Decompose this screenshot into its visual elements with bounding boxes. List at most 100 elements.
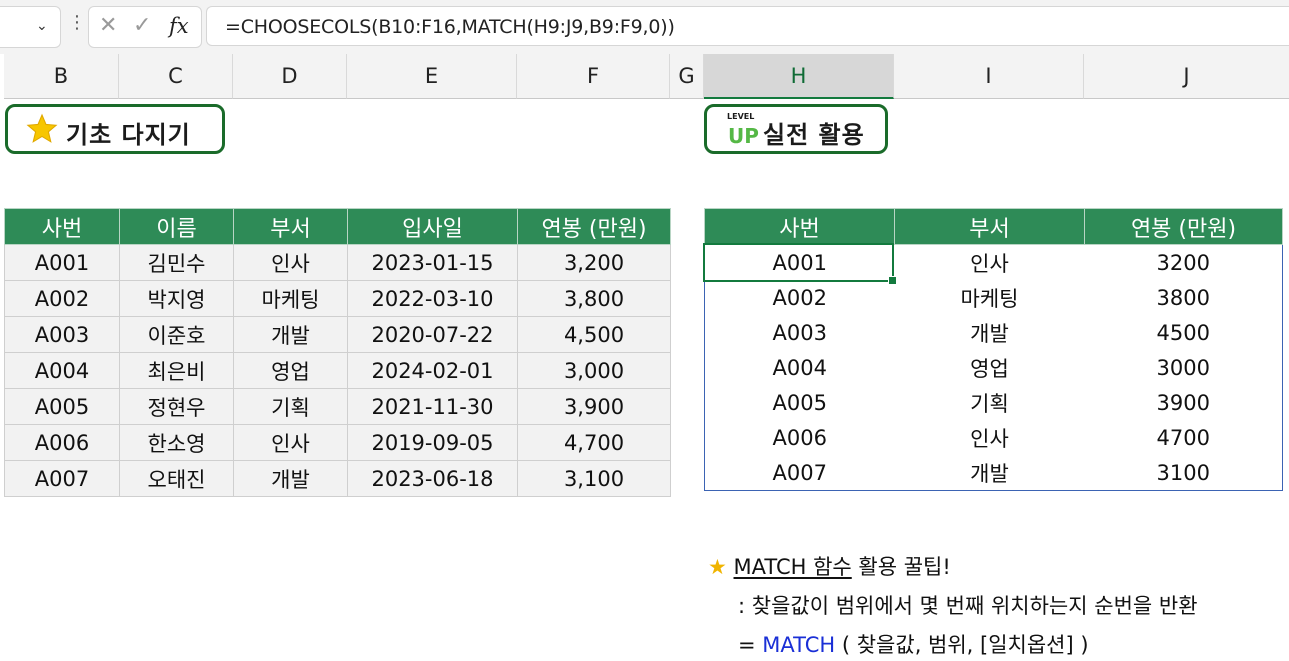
column-header-h[interactable]: H <box>704 54 894 99</box>
cell[interactable]: 최은비 <box>119 352 234 389</box>
chevron-down-icon[interactable]: ⌄ <box>36 18 48 34</box>
cell[interactable]: 마케팅 <box>233 280 348 317</box>
cell[interactable]: 영업 <box>894 350 1085 385</box>
cell[interactable]: A001 <box>4 244 120 281</box>
cell[interactable]: 3000 <box>1084 350 1283 385</box>
cell[interactable]: 박지영 <box>119 280 234 317</box>
table-row: A004 영업 3000 <box>704 350 1283 385</box>
cell[interactable]: A002 <box>704 280 895 315</box>
cell[interactable]: A007 <box>4 460 120 497</box>
cell[interactable]: 3800 <box>1084 280 1283 315</box>
cell[interactable]: 개발 <box>233 316 348 353</box>
cell[interactable]: 이준호 <box>119 316 234 353</box>
cell[interactable]: 3,000 <box>517 352 671 389</box>
cell[interactable]: A006 <box>704 420 895 455</box>
header-cell[interactable]: 이름 <box>119 208 234 245</box>
cancel-icon[interactable]: ✕ <box>99 14 117 38</box>
tip-title-rest: 활용 꿀팁! <box>851 555 951 579</box>
table-row: A003 개발 4500 <box>704 315 1283 350</box>
cell[interactable]: 오태진 <box>119 460 234 497</box>
cell[interactable]: 2020-07-22 <box>347 316 518 353</box>
cell[interactable]: 한소영 <box>119 424 234 461</box>
insert-function-icon[interactable]: fx <box>169 14 189 38</box>
cell[interactable]: 3,200 <box>517 244 671 281</box>
table-row: A005 정현우 기획 2021-11-30 3,900 <box>4 388 671 425</box>
formula-bar: ⌄ ⋮ ✕ ✓ fx =CHOOSECOLS(B10:F16,MATCH(H9:… <box>0 0 1289 54</box>
header-cell[interactable]: 사번 <box>4 208 120 245</box>
column-header-c[interactable]: C <box>119 54 233 99</box>
cell[interactable]: 개발 <box>894 455 1085 491</box>
formula-input[interactable]: =CHOOSECOLS(B10:F16,MATCH(H9:J9,B9:F9,0)… <box>206 6 1289 46</box>
cell[interactable]: 개발 <box>233 460 348 497</box>
cell[interactable]: 3,100 <box>517 460 671 497</box>
cell[interactable]: A002 <box>4 280 120 317</box>
cell[interactable]: 3100 <box>1084 455 1283 491</box>
cell[interactable]: A003 <box>4 316 120 353</box>
header-cell[interactable]: 입사일 <box>347 208 518 245</box>
name-box[interactable]: ⌄ <box>0 6 61 48</box>
confirm-icon[interactable]: ✓ <box>133 14 151 38</box>
more-options-icon[interactable]: ⋮ <box>68 12 86 34</box>
cell[interactable]: A005 <box>704 385 895 420</box>
cell[interactable]: 인사 <box>233 424 348 461</box>
cell[interactable]: 4700 <box>1084 420 1283 455</box>
cell[interactable]: 3900 <box>1084 385 1283 420</box>
header-cell[interactable]: 부서 <box>894 208 1085 245</box>
cell[interactable]: A006 <box>4 424 120 461</box>
advanced-badge-label: 실전 활용 <box>763 121 865 149</box>
cell[interactable]: 2019-09-05 <box>347 424 518 461</box>
cell[interactable]: 2023-01-15 <box>347 244 518 281</box>
star-icon <box>26 113 58 143</box>
employee-table: 사번 이름 부서 입사일 연봉 (만원) A001 김민수 인사 2023-01… <box>4 208 671 497</box>
cell[interactable]: 정현우 <box>119 388 234 425</box>
cell[interactable]: 2021-11-30 <box>347 388 518 425</box>
cell[interactable]: 마케팅 <box>894 280 1085 315</box>
cell[interactable]: 4,500 <box>517 316 671 353</box>
header-cell[interactable]: 연봉 (만원) <box>517 208 671 245</box>
cell[interactable]: 4500 <box>1084 315 1283 350</box>
header-cell[interactable]: 연봉 (만원) <box>1084 208 1283 245</box>
column-header-j[interactable]: J <box>1084 54 1289 99</box>
cell[interactable]: 4,700 <box>517 424 671 461</box>
cell[interactable]: 2024-02-01 <box>347 352 518 389</box>
table-row: A006 한소영 인사 2019-09-05 4,700 <box>4 424 671 461</box>
cell[interactable]: A005 <box>4 388 120 425</box>
cell[interactable]: 3,900 <box>517 388 671 425</box>
cell[interactable]: 인사 <box>233 244 348 281</box>
cell[interactable]: 3,800 <box>517 280 671 317</box>
column-header-i[interactable]: I <box>894 54 1084 99</box>
cell[interactable]: 기획 <box>894 385 1085 420</box>
cell[interactable]: 2022-03-10 <box>347 280 518 317</box>
star-icon: ★ <box>708 555 727 579</box>
tip-syntax-prefix: = <box>738 633 763 657</box>
column-header-g[interactable]: G <box>670 54 704 99</box>
column-header-b[interactable]: B <box>4 54 119 99</box>
table-row: A007 개발 3100 <box>704 455 1283 491</box>
header-cell[interactable]: 부서 <box>233 208 348 245</box>
cell[interactable]: A004 <box>4 352 120 389</box>
cell[interactable]: 인사 <box>894 420 1085 455</box>
cell[interactable]: A003 <box>704 315 895 350</box>
table-row: A001 김민수 인사 2023-01-15 3,200 <box>4 244 671 281</box>
table-row: A002 박지영 마케팅 2022-03-10 3,800 <box>4 280 671 317</box>
cell[interactable]: 2023-06-18 <box>347 460 518 497</box>
basic-badge: 기초 다지기 <box>5 104 225 154</box>
cell[interactable]: 인사 <box>894 244 1085 280</box>
table-row: A006 인사 4700 <box>704 420 1283 455</box>
tip-syntax: = MATCH ( 찾을값, 범위, [일치옵션] ) <box>738 629 1089 659</box>
table-header-row: 사번 이름 부서 입사일 연봉 (만원) <box>4 208 671 245</box>
column-header-e[interactable]: E <box>347 54 517 99</box>
cell[interactable]: 영업 <box>233 352 348 389</box>
header-cell[interactable]: 사번 <box>704 208 895 245</box>
cell[interactable]: A004 <box>704 350 895 385</box>
fill-handle[interactable] <box>888 276 897 285</box>
cell[interactable]: 기획 <box>233 388 348 425</box>
level-up-icon: LEVEL UP <box>725 112 759 148</box>
column-header-f[interactable]: F <box>517 54 670 99</box>
cell[interactable]: 개발 <box>894 315 1085 350</box>
cell[interactable]: 김민수 <box>119 244 234 281</box>
column-header-d[interactable]: D <box>233 54 347 99</box>
advanced-badge: LEVEL UP 실전 활용 <box>704 104 888 154</box>
cell[interactable]: 3200 <box>1084 244 1283 280</box>
cell[interactable]: A007 <box>704 455 895 491</box>
